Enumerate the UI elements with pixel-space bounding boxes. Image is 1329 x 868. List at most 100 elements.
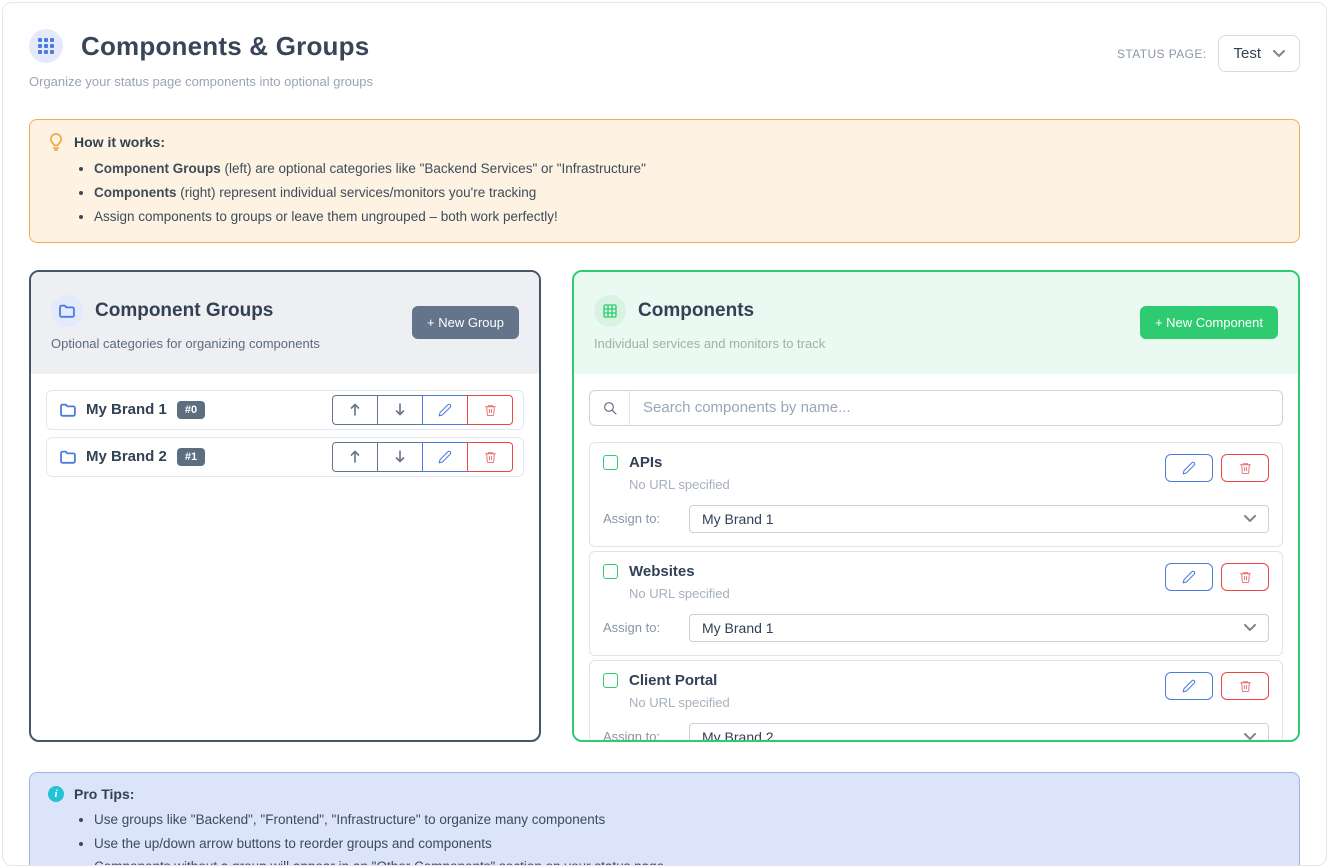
groups-panel-subtitle: Optional categories for organizing compo…: [51, 336, 320, 351]
component-url-note: No URL specified: [629, 477, 730, 492]
folder-icon: [51, 295, 83, 327]
delete-component-button[interactable]: [1221, 454, 1269, 482]
pro-tips-list: Use groups like "Backend", "Frontend", "…: [94, 811, 1281, 866]
group-actions: [332, 395, 513, 425]
chevron-down-icon: [1273, 50, 1285, 57]
move-down-button[interactable]: [377, 442, 423, 472]
tip-bullet: Use the up/down arrow buttons to reorder…: [94, 835, 1281, 854]
delete-component-button[interactable]: [1221, 672, 1269, 700]
pencil-icon: [1182, 461, 1196, 475]
assigned-group-value: My Brand 1: [702, 511, 774, 527]
move-up-button[interactable]: [332, 442, 378, 472]
component-checkbox[interactable]: [603, 564, 618, 579]
how-it-works-box: How it works: Component Groups (left) ar…: [29, 119, 1300, 243]
arrow-up-icon: [349, 403, 361, 416]
component-actions: [1165, 563, 1269, 591]
edit-group-button[interactable]: [422, 442, 468, 472]
arrow-down-icon: [394, 403, 406, 416]
pencil-icon: [438, 403, 452, 417]
component-url-note: No URL specified: [629, 695, 730, 710]
chevron-down-icon: [1244, 624, 1256, 631]
how-bullet: Component Groups (left) are optional cat…: [94, 160, 1281, 179]
components-panel-title: Components: [638, 300, 754, 322]
page-subtitle: Organize your status page components int…: [29, 74, 373, 89]
header-left: Components & Groups Organize your status…: [29, 29, 373, 89]
component-actions: [1165, 672, 1269, 700]
component-url-note: No URL specified: [629, 586, 730, 601]
status-page-selector: STATUS PAGE: Test: [1117, 35, 1300, 72]
trash-icon: [1239, 679, 1252, 693]
edit-component-button[interactable]: [1165, 454, 1213, 482]
component-checkbox[interactable]: [603, 673, 618, 688]
arrow-down-icon: [394, 450, 406, 463]
arrow-up-icon: [349, 450, 361, 463]
page-title: Components & Groups: [81, 31, 369, 62]
page-container: Components & Groups Organize your status…: [2, 2, 1327, 866]
chevron-down-icon: [1244, 733, 1256, 740]
tip-bullet: Use groups like "Backend", "Frontend", "…: [94, 811, 1281, 830]
how-bullet: Assign components to groups or leave the…: [94, 208, 1281, 227]
components-panel: Components Individual services and monit…: [572, 270, 1300, 742]
how-it-works-list: Component Groups (left) are optional cat…: [94, 160, 1281, 227]
pencil-icon: [1182, 679, 1196, 693]
component-name: Websites: [629, 563, 695, 580]
trash-icon: [484, 450, 497, 464]
folder-icon: [60, 403, 76, 417]
tip-bullet: Components without a group will appear i…: [94, 858, 1281, 866]
delete-group-button[interactable]: [467, 395, 513, 425]
new-group-button[interactable]: + New Group: [412, 306, 519, 339]
folder-icon: [60, 450, 76, 464]
group-name: My Brand 2: [86, 448, 167, 465]
assigned-group-value: My Brand 2: [702, 729, 774, 742]
trash-icon: [1239, 570, 1252, 584]
move-up-button[interactable]: [332, 395, 378, 425]
component-groups-panel: Component Groups Optional categories for…: [29, 270, 541, 742]
status-page-label: STATUS PAGE:: [1117, 47, 1206, 61]
pro-tips-title: Pro Tips:: [74, 786, 134, 802]
component-card: APIs No URL specified Assign to: My Bran…: [589, 442, 1283, 547]
group-actions: [332, 442, 513, 472]
component-actions: [1165, 454, 1269, 482]
status-page-value: Test: [1233, 45, 1261, 62]
pencil-icon: [1182, 570, 1196, 584]
how-bullet: Components (right) represent individual …: [94, 184, 1281, 203]
delete-component-button[interactable]: [1221, 563, 1269, 591]
component-name: Client Portal: [629, 672, 717, 689]
lightbulb-icon: [48, 133, 64, 151]
group-order-badge: #0: [177, 401, 205, 419]
assigned-group-value: My Brand 1: [702, 620, 774, 636]
move-down-button[interactable]: [377, 395, 423, 425]
assign-to-label: Assign to:: [603, 729, 689, 742]
assign-group-select[interactable]: My Brand 1: [689, 505, 1269, 533]
group-row: My Brand 2 #1: [46, 437, 524, 477]
chevron-down-icon: [1244, 515, 1256, 522]
how-it-works-title: How it works:: [74, 134, 165, 150]
component-search-bar: [589, 390, 1283, 426]
group-row: My Brand 1 #0: [46, 390, 524, 430]
component-name: APIs: [629, 454, 662, 471]
components-panel-subtitle: Individual services and monitors to trac…: [594, 336, 825, 351]
assign-group-select[interactable]: My Brand 1: [689, 614, 1269, 642]
new-component-button[interactable]: + New Component: [1140, 306, 1278, 339]
delete-group-button[interactable]: [467, 442, 513, 472]
table-grid-icon: [594, 295, 626, 327]
assign-group-select[interactable]: My Brand 2: [689, 723, 1269, 742]
pencil-icon: [438, 450, 452, 464]
trash-icon: [484, 403, 497, 417]
edit-group-button[interactable]: [422, 395, 468, 425]
pro-tips-box: i Pro Tips: Use groups like "Backend", "…: [29, 772, 1300, 866]
edit-component-button[interactable]: [1165, 672, 1213, 700]
panels-row: Component Groups Optional categories for…: [29, 270, 1300, 742]
edit-component-button[interactable]: [1165, 563, 1213, 591]
page-header: Components & Groups Organize your status…: [29, 29, 1300, 89]
assign-to-label: Assign to:: [603, 511, 689, 526]
search-icon: [590, 391, 630, 425]
components-grid-icon: [29, 29, 63, 63]
status-page-select[interactable]: Test: [1218, 35, 1300, 72]
trash-icon: [1239, 461, 1252, 475]
search-input[interactable]: [630, 391, 1282, 425]
component-checkbox[interactable]: [603, 455, 618, 470]
component-card: Websites No URL specified Assign to: My …: [589, 551, 1283, 656]
assign-to-label: Assign to:: [603, 620, 689, 635]
groups-list: My Brand 1 #0 My Brand 2 #1: [31, 374, 539, 500]
